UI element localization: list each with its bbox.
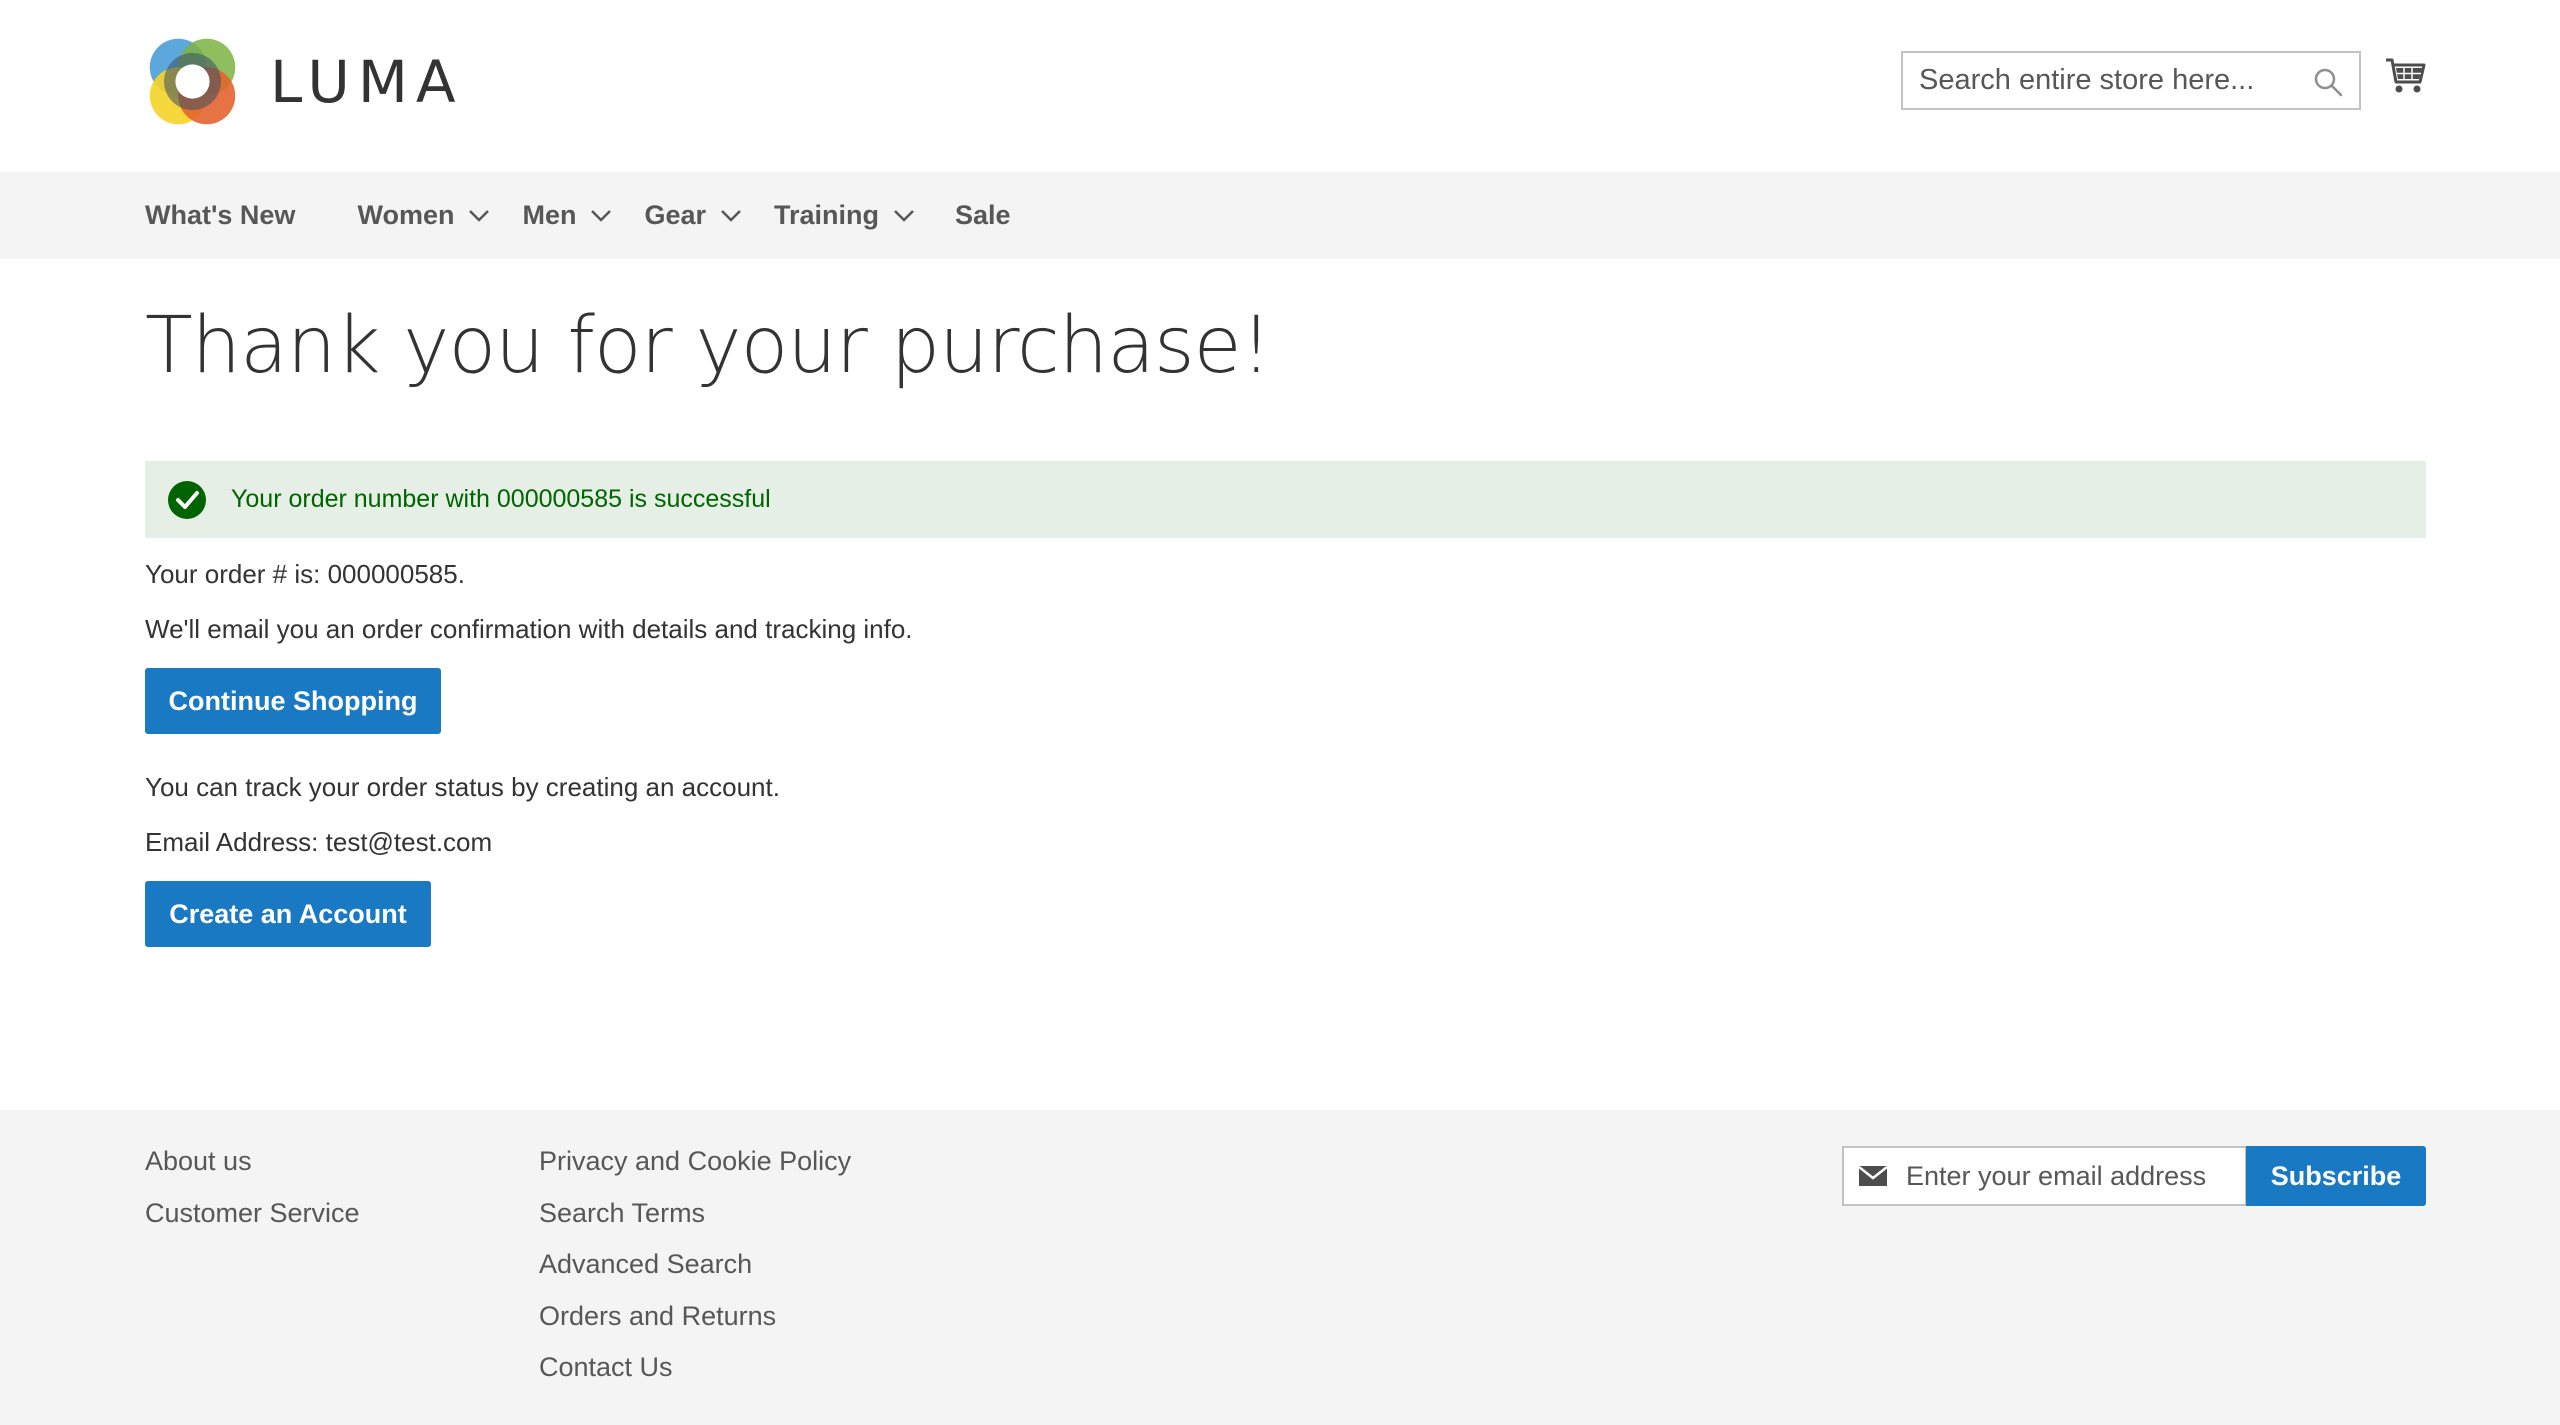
chevron-down-icon	[469, 209, 490, 222]
nav-item-whats-new[interactable]: What's New	[145, 172, 295, 259]
search-input[interactable]	[1903, 53, 2293, 108]
main-navigation: What's New Women Men Gear Training Sale	[0, 172, 2560, 259]
newsletter-email-input[interactable]	[1888, 1148, 2218, 1204]
luma-logo-icon	[149, 38, 236, 125]
footer-link-contact-us[interactable]: Contact Us	[539, 1352, 673, 1383]
nav-item-sale[interactable]: Sale	[955, 172, 1011, 259]
chevron-down-icon	[894, 209, 914, 222]
nav-item-label: What's New	[145, 200, 296, 230]
footer-link-privacy-policy[interactable]: Privacy and Cookie Policy	[539, 1146, 851, 1177]
continue-shopping-button[interactable]: Continue Shopping	[145, 668, 441, 734]
search-box	[1901, 51, 2361, 110]
envelope-icon	[1858, 1166, 1888, 1186]
order-number-line: Your order # is: 000000585.	[145, 559, 465, 589]
cart-icon[interactable]	[2384, 56, 2426, 96]
chevron-down-icon	[591, 209, 612, 222]
search-icon[interactable]	[2313, 67, 2343, 97]
page-title: Thank you for your purchase!	[145, 301, 1272, 391]
email-address-line: Email Address: test@test.com	[145, 827, 493, 857]
footer-link-advanced-search[interactable]: Advanced Search	[539, 1249, 752, 1280]
nav-item-label: Men	[522, 200, 577, 230]
nav-item-label: Sale	[955, 200, 1011, 230]
nav-item-women[interactable]: Women	[357, 172, 490, 259]
subscribe-button[interactable]: Subscribe	[2246, 1146, 2426, 1206]
nav-item-men[interactable]: Men	[522, 172, 612, 259]
nav-item-label: Training	[774, 200, 880, 230]
nav-item-training[interactable]: Training	[774, 172, 915, 259]
site-footer: About us Customer Service Privacy and Co…	[0, 1110, 2560, 1425]
chevron-down-icon	[721, 209, 741, 222]
footer-link-search-terms[interactable]: Search Terms	[539, 1198, 705, 1229]
email-confirmation-note: We'll email you an order confirmation wi…	[145, 614, 913, 644]
nav-item-gear[interactable]: Gear	[644, 172, 742, 259]
check-circle-icon	[168, 480, 206, 519]
brand-name: LUMA	[270, 47, 464, 116]
footer-link-customer-service[interactable]: Customer Service	[145, 1198, 360, 1229]
site-header: LUMA	[0, 0, 2560, 172]
create-account-button[interactable]: Create an Account	[145, 881, 431, 947]
footer-link-orders-returns[interactable]: Orders and Returns	[539, 1301, 776, 1332]
nav-item-label: Gear	[644, 200, 707, 230]
newsletter-box	[1842, 1146, 2247, 1206]
success-message: Your order number with 000000585 is succ…	[145, 461, 2426, 538]
track-order-note: You can track your order status by creat…	[145, 772, 780, 802]
footer-link-about-us[interactable]: About us	[145, 1146, 252, 1177]
nav-item-label: Women	[357, 200, 455, 230]
success-message-text: Your order number with 000000585 is succ…	[231, 485, 771, 513]
luma-logo[interactable]: LUMA	[145, 34, 464, 129]
